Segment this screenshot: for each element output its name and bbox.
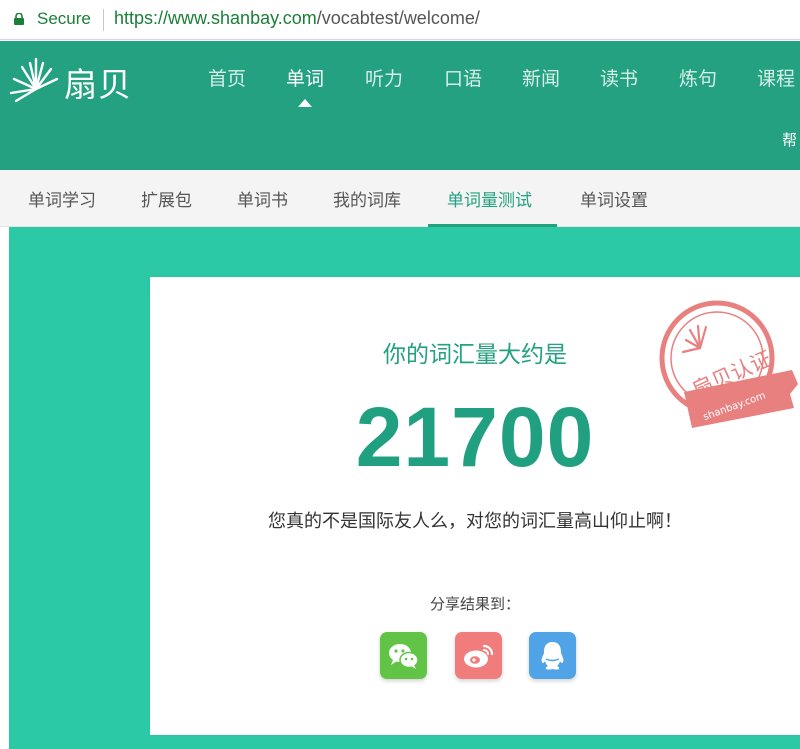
nav-item-news[interactable]: 新闻 (522, 64, 560, 91)
url-text[interactable]: https://www.shanbay.com/vocabtest/welcom… (114, 8, 480, 29)
nav-item-courses[interactable]: 课程 (757, 64, 795, 91)
help-link[interactable]: 帮 (782, 129, 797, 150)
subnav-item-vocab-test[interactable]: 单词量测试 (447, 186, 532, 211)
share-label: 分享结果到： (429, 595, 520, 613)
url-path: /vocabtest/welcome/ (316, 8, 480, 28)
subnav-item-word-settings[interactable]: 单词设置 (580, 186, 648, 211)
weibo-icon (464, 644, 494, 668)
nav-item-listening[interactable]: 听力 (365, 64, 403, 91)
result-comment: 您真的不是国际友人么，对您的词汇量高山仰止啊！ (268, 511, 682, 532)
logo-text: 扇贝 (64, 65, 132, 104)
certification-stamp: 扇贝认证 shanbay.com (652, 296, 800, 451)
share-wechat-button[interactable] (380, 632, 427, 679)
share-qq-button[interactable] (529, 632, 576, 679)
address-bar[interactable]: Secure https://www.shanbay.com/vocabtest… (0, 0, 800, 40)
wechat-icon (389, 644, 419, 669)
address-separator (103, 9, 104, 31)
shell-rays-icon (9, 57, 59, 103)
subnav-item-extension-packs[interactable]: 扩展包 (141, 186, 192, 211)
subnav-item-my-vocab[interactable]: 我的词库 (333, 186, 401, 211)
url-host: https://www.shanbay.com (114, 8, 317, 28)
nav-item-home[interactable]: 首页 (208, 64, 246, 91)
qq-icon (541, 642, 564, 670)
site-header: 扇贝 首页 单词 听力 口语 新闻 读书 炼句 课程 帮 (0, 41, 800, 170)
subnav-item-word-books[interactable]: 单词书 (237, 186, 288, 211)
secure-label: Secure (37, 9, 91, 28)
sub-nav: 单词学习 扩展包 单词书 我的词库 单词量测试 单词设置 (0, 170, 800, 227)
shanbay-logo[interactable]: 扇贝 (8, 51, 158, 104)
nav-active-caret (298, 99, 312, 107)
nav-item-speaking[interactable]: 口语 (444, 64, 482, 91)
subnav-item-word-study[interactable]: 单词学习 (28, 186, 96, 211)
lock-icon (14, 13, 24, 25)
stamp-seal-icon: 扇贝认证 shanbay.com (659, 300, 798, 428)
nav-item-sentences[interactable]: 炼句 (679, 64, 717, 91)
nav-item-reading[interactable]: 读书 (600, 64, 638, 91)
nav-item-words[interactable]: 单词 (286, 64, 324, 91)
share-weibo-button[interactable] (455, 632, 502, 679)
